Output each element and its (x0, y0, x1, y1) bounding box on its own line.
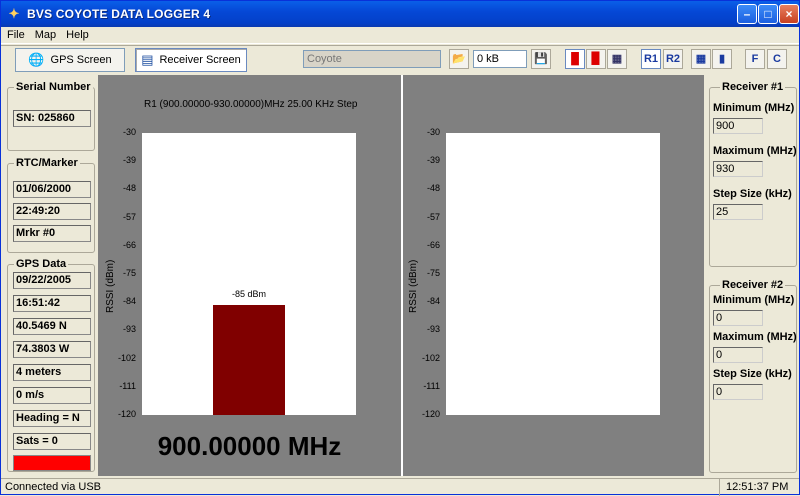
minimize-button[interactable]: – (737, 4, 757, 24)
status-clock: 12:51:37 PM (719, 479, 799, 496)
chart2-ytick: -30 (426, 127, 440, 137)
save-disk-icon[interactable]: 💾 (531, 49, 551, 69)
serial-number-value: SN: 025860 (13, 110, 91, 127)
receiver1-title: Receiver #1 (720, 81, 786, 93)
chart2-ytick: -66 (426, 239, 440, 250)
chart1-title: R1 (900.00000-930.00000)MHz 25.00 KHz St… (144, 99, 358, 110)
gps-data-title: GPS Data (14, 258, 69, 270)
receiver1-min-label: Minimum (MHz) (713, 102, 795, 114)
receiver1-group: Receiver #1 Minimum (MHz) 900 Maximum (M… (709, 81, 797, 267)
left-info-panel: Serial Number SN: 025860 RTC/Marker 01/0… (4, 75, 95, 475)
chart1-ytick: -30 (122, 127, 136, 137)
receiver2-min-label: Minimum (MHz) (713, 294, 795, 306)
chart-divider (401, 75, 403, 476)
globe-icon: 🌐 (28, 51, 45, 67)
serial-number-group: Serial Number SN: 025860 (7, 81, 95, 151)
equalizer-icon[interactable]: ▮ (712, 49, 732, 69)
layout-grid-icon[interactable]: ▦ (691, 49, 711, 69)
rtc-date: 01/06/2000 (13, 181, 91, 198)
chart2-ytick: -39 (426, 155, 440, 166)
receiver2-max-value[interactable]: 0 (713, 347, 763, 363)
gps-fix-indicator (13, 455, 91, 471)
chart1-ytick: -120 (117, 409, 136, 419)
r2-button[interactable]: R2 (663, 49, 683, 69)
connection-status: Connected via USB (5, 481, 101, 493)
gps-heading: Heading = N (13, 410, 91, 427)
multi-bar-view-icon[interactable]: ▉ (586, 49, 606, 69)
receiver1-max-label: Maximum (MHz) (713, 145, 797, 157)
chart1-bar (213, 305, 285, 415)
gps-altitude: 4 meters (13, 364, 91, 381)
rtc-time: 22:49:20 (13, 203, 91, 220)
rtc-marker-group: RTC/Marker 01/06/2000 22:49:20 Mrkr #0 (7, 157, 95, 253)
chart1-frequency: 900.00000 MHz (157, 431, 342, 461)
receiver-screen-button[interactable]: ▤ Receiver Screen (135, 47, 247, 72)
gps-speed: 0 m/s (13, 387, 91, 404)
receiver1-step-label: Step Size (kHz) (713, 188, 792, 200)
maximize-button[interactable]: □ (758, 4, 778, 24)
chart1-ylabel: RSSI (dBm) (105, 259, 116, 313)
gps-screen-label: GPS Screen (50, 53, 112, 66)
open-folder-icon[interactable]: 📂 (449, 49, 469, 69)
status-bar: Connected via USB 12:51:37 PM (1, 478, 799, 496)
chart2-ytick: -111 (423, 380, 440, 391)
serial-number-title: Serial Number (14, 81, 93, 93)
gps-longitude: 74.3803 W (13, 341, 91, 358)
chart1-bar-label: -85 dBm (231, 289, 266, 300)
menu-map[interactable]: Map (35, 29, 56, 41)
chart2-plot (446, 133, 660, 415)
right-receiver-panel: Receiver #1 Minimum (MHz) 900 Maximum (M… (707, 75, 799, 475)
chart1-ytick: -39 (122, 155, 136, 166)
receiver1-max-value[interactable]: 930 (713, 161, 763, 177)
receiver2-step-value[interactable]: 0 (713, 384, 763, 400)
toolbar: 🌐 GPS Screen ▤ Receiver Screen Coyote 📂 … (1, 45, 799, 73)
receiver1-step-value[interactable]: 25 (713, 204, 763, 220)
chart2-ytick: -93 (426, 324, 440, 335)
chart1-ytick: -93 (122, 324, 136, 335)
app-window: ✦ BVS COYOTE DATA LOGGER 4 – □ × File Ma… (0, 0, 800, 496)
chart1-ytick: -102 (117, 352, 136, 363)
receiver2-title: Receiver #2 (720, 279, 786, 291)
chart2-ytick: -120 (421, 409, 440, 419)
window-title: BVS COYOTE DATA LOGGER 4 (27, 7, 211, 21)
receiver2-min-value[interactable]: 0 (713, 310, 763, 326)
file-size-field: 0 kB (473, 50, 527, 68)
receiver-icon: ▤ (141, 51, 154, 67)
chart1-ytick: -111 (119, 380, 136, 391)
receiver1-min-value[interactable]: 900 (713, 118, 763, 134)
gps-screen-button[interactable]: 🌐 GPS Screen (15, 47, 125, 72)
rtc-marker-title: RTC/Marker (14, 157, 80, 169)
title-bar[interactable]: ✦ BVS COYOTE DATA LOGGER 4 – □ × (1, 1, 799, 27)
chart1-ytick: -66 (122, 239, 136, 250)
c-button[interactable]: C (767, 49, 787, 69)
receiver2-group: Receiver #2 Minimum (MHz) 0 Maximum (MHz… (709, 279, 797, 473)
chart2-ytick: -102 (421, 352, 440, 363)
gps-time: 16:51:42 (13, 295, 91, 312)
chart1-ytick: -48 (122, 183, 136, 194)
single-bar-view-icon[interactable]: █ (565, 49, 585, 69)
chart-area: R1 (900.00000-930.00000)MHz 25.00 KHz St… (98, 75, 704, 476)
chart1-ytick: -57 (122, 211, 136, 222)
coyote-logo-icon: ✦ (8, 6, 20, 21)
close-button[interactable]: × (779, 4, 799, 24)
table-view-icon[interactable]: ▦ (607, 49, 627, 69)
menu-bar: File Map Help (1, 27, 799, 44)
f-button[interactable]: F (745, 49, 765, 69)
gps-date: 09/22/2005 (13, 272, 91, 289)
receiver2-step-label: Step Size (kHz) (713, 368, 792, 380)
log-file-name-field[interactable]: Coyote (303, 50, 441, 68)
gps-latitude: 40.5469 N (13, 318, 91, 335)
marker-value: Mrkr #0 (13, 225, 91, 242)
menu-file[interactable]: File (7, 29, 25, 41)
gps-data-group: GPS Data 09/22/2005 16:51:42 40.5469 N 7… (7, 258, 95, 472)
chart2-ytick: -48 (426, 183, 440, 194)
chart2-ytick: -57 (426, 211, 440, 222)
receiver-screen-label: Receiver Screen (159, 53, 241, 66)
receiver2-max-label: Maximum (MHz) (713, 331, 797, 343)
menu-help[interactable]: Help (66, 29, 89, 41)
r1-button[interactable]: R1 (641, 49, 661, 69)
gps-satellites: Sats = 0 (13, 433, 91, 450)
chart2-ylabel: RSSI (dBm) (408, 259, 419, 313)
